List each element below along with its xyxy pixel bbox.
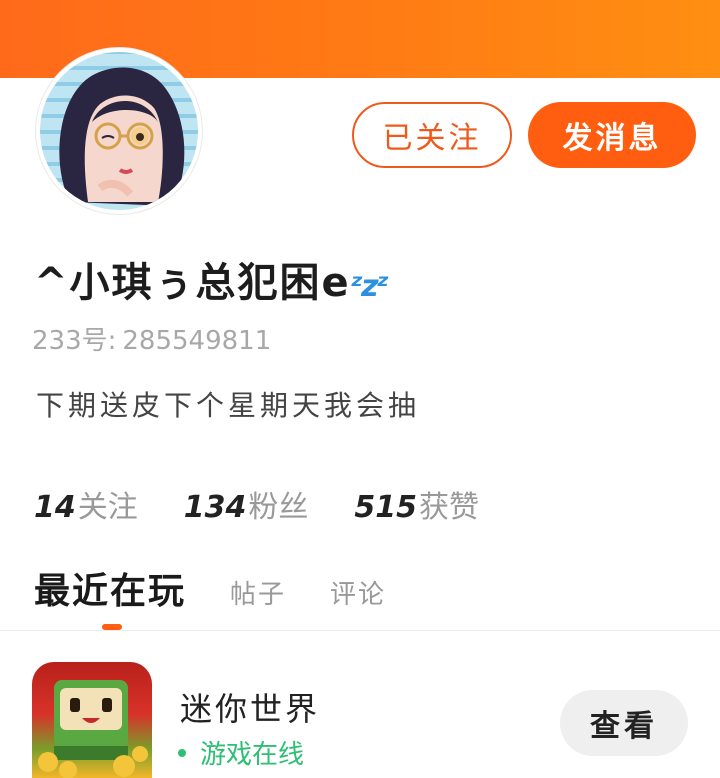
sleep-zzz-icon: ᶻzᶻ: [350, 269, 389, 304]
stat-fans-label: 粉丝: [248, 490, 309, 525]
game-status-text: 游戏在线: [200, 740, 305, 770]
tab-posts[interactable]: 帖子: [230, 574, 286, 611]
tab-recently-played[interactable]: 最近在玩: [34, 562, 186, 614]
stats-bar: 14关注 134粉丝 515获赞: [34, 482, 479, 526]
online-dot-icon: [178, 748, 186, 757]
section-divider: [0, 630, 720, 631]
send-message-button[interactable]: 发消息: [528, 102, 696, 168]
username-text: ^小琪ぅ总犯困e: [34, 260, 351, 306]
game-name: 迷你世界: [180, 690, 321, 728]
game-icon[interactable]: [32, 662, 152, 778]
user-id-value[interactable]: 285549811: [122, 326, 271, 356]
stat-likes-count: 515: [354, 490, 417, 525]
tab-comments[interactable]: 评论: [330, 574, 386, 611]
bio: 下期送皮下个星期天我会抽: [36, 389, 421, 422]
stat-likes[interactable]: 515获赞: [354, 482, 479, 526]
username: ^小琪ぅ总犯困eᶻzᶻ: [34, 250, 389, 308]
stat-fans[interactable]: 134粉丝: [184, 482, 309, 526]
follow-button[interactable]: 已关注: [352, 102, 512, 168]
stat-fans-count: 134: [183, 490, 247, 525]
game-status: 游戏在线: [178, 734, 304, 771]
stat-following[interactable]: 14关注: [34, 482, 138, 526]
avatar[interactable]: [36, 48, 202, 214]
view-game-button[interactable]: 查看: [560, 690, 688, 756]
stat-likes-label: 获赞: [419, 490, 479, 525]
user-id-label: 233号:: [32, 326, 117, 356]
stat-following-label: 关注: [77, 490, 138, 525]
avatar-image: [40, 52, 198, 210]
profile-tabs: 最近在玩 帖子 评论: [34, 562, 430, 614]
stat-following-count: 14: [34, 490, 76, 525]
user-id: 233号: 285549811: [32, 320, 271, 357]
